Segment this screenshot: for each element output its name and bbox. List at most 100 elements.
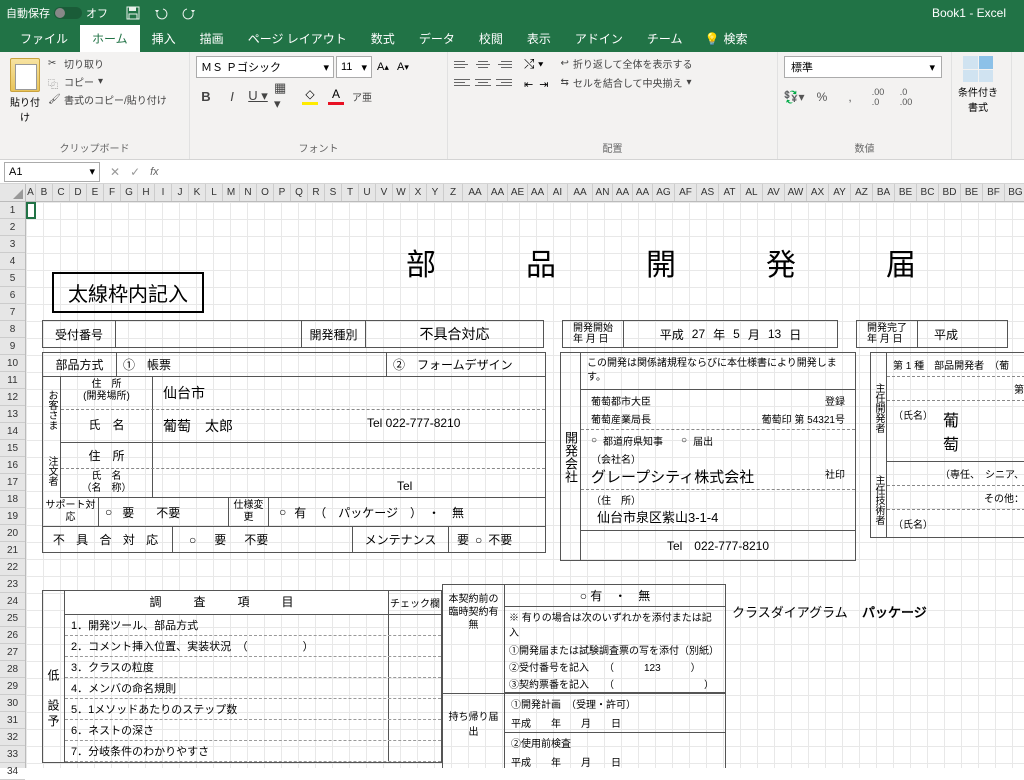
row-header[interactable]: 9 [0,338,25,355]
col-header[interactable]: L [206,184,223,201]
tab-layout[interactable]: ページ レイアウト [236,25,359,52]
undo-icon[interactable] [154,6,168,20]
enter-formula-icon[interactable]: ✓ [130,165,140,179]
val-recvno[interactable] [116,320,302,348]
row-header[interactable]: 31 [0,712,25,729]
select-all-corner[interactable] [0,184,26,201]
col-header[interactable]: AT [719,184,741,201]
col-header[interactable]: BE [961,184,983,201]
row-header[interactable]: 19 [0,508,25,525]
row-header[interactable]: 24 [0,593,25,610]
increase-font-icon[interactable]: A▴ [374,56,392,78]
row-header[interactable]: 16 [0,457,25,474]
increase-indent-icon[interactable]: ⇥ [539,78,548,91]
col-header[interactable]: AZ [851,184,873,201]
col-header[interactable]: Q [291,184,308,201]
row-header[interactable]: 20 [0,525,25,542]
tab-review[interactable]: 校閲 [467,25,515,52]
cut-button[interactable]: ✂切り取り [48,56,167,71]
row-header[interactable]: 15 [0,440,25,457]
percent-button[interactable]: % [812,88,832,106]
col-header[interactable]: U [359,184,376,201]
col-header[interactable]: AX [807,184,829,201]
row-header[interactable]: 21 [0,542,25,559]
currency-button[interactable]: 💱▾ [784,88,804,106]
number-format-select[interactable]: 標準▾ [784,56,942,78]
col-header[interactable]: AN [593,184,613,201]
tab-home[interactable]: ホーム [80,25,140,52]
col-header[interactable]: AL [741,184,763,201]
col-header[interactable]: F [104,184,121,201]
row-header[interactable]: 3 [0,236,25,253]
tab-view[interactable]: 表示 [515,25,563,52]
col-header[interactable]: AE [508,184,528,201]
tab-data[interactable]: データ [407,25,467,52]
col-header[interactable]: S [325,184,342,201]
col-header[interactable]: AF [675,184,697,201]
row-header[interactable]: 22 [0,559,25,576]
col-header[interactable]: H [138,184,155,201]
col-header[interactable]: B [36,184,53,201]
fx-icon[interactable]: fx [150,166,159,178]
font-name-select[interactable]: ＭＳ Ｐゴシック▾ [196,56,334,78]
col-header[interactable]: AA [463,184,488,201]
row-header[interactable]: 7 [0,304,25,321]
col-header[interactable]: BD [939,184,961,201]
increase-decimal-icon[interactable]: .00.0 [868,88,888,106]
col-header[interactable]: C [53,184,70,201]
underline-button[interactable]: U ▾ [248,86,268,106]
col-header[interactable]: K [189,184,206,201]
align-top-right-icon[interactable] [494,56,512,72]
col-header[interactable]: BA [873,184,895,201]
decrease-indent-icon[interactable]: ⇤ [524,78,533,91]
col-header[interactable]: AV [763,184,785,201]
col-header[interactable]: W [393,184,410,201]
row-header[interactable]: 34 [0,763,25,780]
col-header[interactable]: AS [697,184,719,201]
row-header[interactable]: 23 [0,576,25,593]
col-header[interactable]: BE [895,184,917,201]
name-box[interactable]: A1▾ [4,162,100,182]
col-header[interactable]: AY [829,184,851,201]
decrease-decimal-icon[interactable]: .0.00 [896,88,916,106]
col-header[interactable]: AA [488,184,508,201]
col-header[interactable]: AA [568,184,593,201]
tab-file[interactable]: ファイル [8,25,80,52]
col-header[interactable]: AA [613,184,633,201]
align-right-icon[interactable] [494,74,512,90]
col-header[interactable]: I [155,184,172,201]
col-header[interactable]: P [274,184,291,201]
col-header[interactable]: AA [633,184,653,201]
fill-color-button[interactable]: ◇ [300,87,320,105]
col-header[interactable]: BG [1005,184,1024,201]
merge-center-button[interactable]: ⇆セルを結合して中央揃え ▾ [560,75,692,90]
row-header[interactable]: 32 [0,729,25,746]
val-addr2[interactable] [153,443,545,468]
active-cell[interactable] [26,202,36,219]
row-header[interactable]: 28 [0,661,25,678]
col-header[interactable]: R [308,184,325,201]
italic-button[interactable]: I [222,86,242,106]
align-left-icon[interactable] [454,74,472,90]
col-header[interactable]: D [70,184,87,201]
tab-team[interactable]: チーム [635,25,695,52]
col-header[interactable]: AI [548,184,568,201]
row-header[interactable]: 30 [0,695,25,712]
row-header[interactable]: 11 [0,372,25,389]
tab-draw[interactable]: 描画 [188,25,236,52]
comma-button[interactable]: , [840,88,860,106]
conditional-format-button[interactable]: 条件付き 書式 [958,56,998,114]
ruby-button[interactable]: ア亜 [352,86,372,106]
row-header[interactable]: 1 [0,202,25,219]
col-header[interactable]: T [342,184,359,201]
col-header[interactable]: J [172,184,189,201]
row-header[interactable]: 12 [0,389,25,406]
orientation-button[interactable]: ⤭ ▾ [524,56,548,72]
row-header[interactable]: 17 [0,474,25,491]
wrap-text-button[interactable]: ↩折り返して全体を表示する [560,56,692,71]
col-header[interactable]: A [26,184,36,201]
align-top-left-icon[interactable] [454,56,472,72]
col-header[interactable]: X [410,184,427,201]
col-header[interactable]: Y [427,184,444,201]
font-size-select[interactable]: 11▾ [336,56,372,78]
